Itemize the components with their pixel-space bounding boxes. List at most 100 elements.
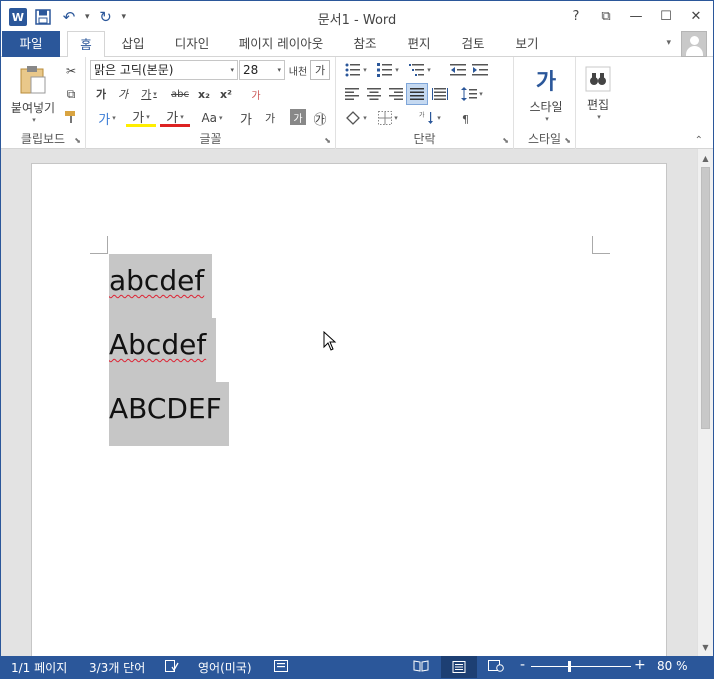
scroll-down-icon[interactable]: ▼ [698,640,713,654]
avatar[interactable] [681,31,707,57]
line-spacing-button[interactable]: ▾ [458,85,486,103]
tab-view[interactable]: 보기 [505,31,549,57]
chevron-down-icon[interactable]: ▾ [597,113,601,121]
font-group: 맑은 고딕(본문) ▾ 28 ▾ 내천 가 가 가 가 ▾ abc x₂ x² 가 가… [86,57,336,149]
phonetic-guide-button[interactable]: 가 [236,109,256,128]
sort-button[interactable]: 가 ▾ [416,109,444,127]
align-right-icon[interactable] [386,85,406,103]
bullets-button[interactable]: ▾ [342,61,370,79]
minimize-button[interactable]: — [623,5,649,27]
document-line[interactable]: ABCDEF [109,382,229,446]
title-bar: W ↶ ▾ ↻ ▾ 문서1 - Word ? ⧉ — ☐ ✕ [1,1,713,33]
bold-button[interactable]: 가 [92,85,110,103]
align-left-icon[interactable] [342,85,362,103]
underline-button[interactable]: 가 ▾ [136,85,162,103]
show-paragraph-marks-icon[interactable]: ¶ [458,109,480,127]
document-line[interactable]: abcdef [109,254,212,318]
multilevel-list-icon [409,64,425,76]
binoculars-icon [585,66,611,91]
help-button[interactable]: ? [563,5,589,27]
ribbon: 붙여넣기 ▾ ✂ ⧉ 클립보드 ⬊ 맑은 고딕(본문) ▾ 28 ▾ 내천 가 가 … [1,57,713,149]
font-name-value: 맑은 고딕(본문) [94,63,174,77]
underline-label: 가 [141,88,152,101]
chevron-down-icon[interactable]: ▾ [666,38,671,48]
superscript-button[interactable]: x² [216,85,236,103]
font-size-combo[interactable]: 28 ▾ [239,60,285,80]
print-layout-icon[interactable] [441,656,477,678]
strikethrough-button[interactable]: abc [168,85,192,103]
format-painter-icon[interactable] [61,107,81,127]
increase-indent-icon[interactable] [470,61,490,79]
maximize-button[interactable]: ☐ [653,5,679,27]
vertical-scrollbar[interactable]: ▲ ▼ [697,149,713,656]
multilevel-list-button[interactable]: ▾ [406,61,434,79]
tab-home[interactable]: 홈 [67,31,105,58]
phonetic-guide-small-button[interactable]: 가 [260,109,280,127]
collapse-ribbon-icon[interactable]: ⌃ [695,135,703,146]
paint-bucket-icon [346,111,361,125]
zoom-slider-track[interactable] [531,666,631,667]
ribbon-display-options-button[interactable]: ⧉ [593,5,619,27]
cut-icon[interactable]: ✂ [61,61,81,81]
shading-button[interactable]: ▾ [342,109,370,127]
document-page[interactable]: abcdef Abcdef ABCDEF [31,163,667,663]
italic-button[interactable]: 가 [114,85,132,103]
copy-icon[interactable]: ⧉ [61,84,81,104]
editing-button[interactable]: 편집 ▾ [580,61,616,125]
distributed-icon[interactable] [430,85,450,103]
language-indicator[interactable]: 영어(미국) [198,659,252,676]
numbering-button[interactable]: ▾ [374,61,402,79]
mouse-pointer-icon [323,331,337,351]
paragraph-launcher-icon[interactable]: ⬊ [502,136,509,145]
paste-button[interactable]: 붙여넣기 ▾ [9,61,57,127]
zoom-slider-thumb[interactable] [568,661,571,672]
justify-icon[interactable] [406,83,428,105]
subscript-button[interactable]: x₂ [194,85,214,103]
chevron-down-icon[interactable]: ▾ [32,116,36,124]
font-launcher-icon[interactable]: ⬊ [324,136,331,145]
highlight-button[interactable]: 가 ▾ [126,109,156,127]
tab-file[interactable]: 파일 [2,31,60,57]
window-controls: ? ⧉ — ☐ ✕ [563,5,709,27]
zoom-level[interactable]: 80 % [657,659,688,673]
tab-review[interactable]: 검토 [451,31,495,57]
align-center-icon[interactable] [364,85,384,103]
clear-formatting-button[interactable]: 가 [246,85,266,103]
web-layout-icon[interactable] [488,659,504,673]
enclose-characters-button[interactable]: ㉮ [310,109,330,128]
font-name-combo[interactable]: 맑은 고딕(본문) ▾ [90,60,238,80]
proofing-icon[interactable] [164,659,180,673]
change-case-button[interactable]: Aa ▾ [194,109,230,127]
close-button[interactable]: ✕ [683,5,709,27]
styles-group: 가 스타일 ▾ 스타일 ⬊ [514,57,576,149]
zoom-in-button[interactable]: + [634,657,646,673]
styles-button[interactable]: 가 스타일 ▾ [520,61,572,125]
styles-launcher-icon[interactable]: ⬊ [564,136,571,145]
decrease-indent-icon[interactable] [448,61,468,79]
read-mode-icon[interactable] [413,659,429,673]
tab-design[interactable]: 디자인 [165,31,219,57]
tab-references[interactable]: 참조 [343,31,387,57]
shrink-font-button[interactable]: 가 [310,60,330,80]
macro-recording-icon[interactable] [273,659,289,673]
character-shading-button[interactable]: 가 [290,109,306,125]
page-count[interactable]: 1/1 페이지 [11,659,67,676]
styles-icon: 가 [535,69,557,95]
styles-label: 스타일 [529,99,563,114]
text-effects-button[interactable]: 가 ▾ [92,109,122,128]
font-color-button[interactable]: 가 ▾ [160,109,190,127]
grow-font-button[interactable]: 내천 [288,60,308,80]
borders-button[interactable]: ▾ [374,109,402,127]
tab-insert[interactable]: 삽입 [111,31,155,57]
margin-corner-top-right [592,236,610,254]
clipboard-group-label: 클립보드 [20,132,66,146]
clipboard-launcher-icon[interactable]: ⬊ [74,136,81,145]
word-count[interactable]: 3/3개 단어 [89,659,145,676]
tab-page-layout[interactable]: 페이지 레이아웃 [229,31,333,57]
chevron-down-icon[interactable]: ▾ [545,115,549,123]
tab-mailings[interactable]: 편지 [397,31,441,57]
scrollbar-thumb[interactable] [701,167,710,429]
zoom-out-button[interactable]: - [520,657,525,673]
scroll-up-icon[interactable]: ▲ [698,151,713,165]
document-line[interactable]: Abcdef [109,318,216,382]
